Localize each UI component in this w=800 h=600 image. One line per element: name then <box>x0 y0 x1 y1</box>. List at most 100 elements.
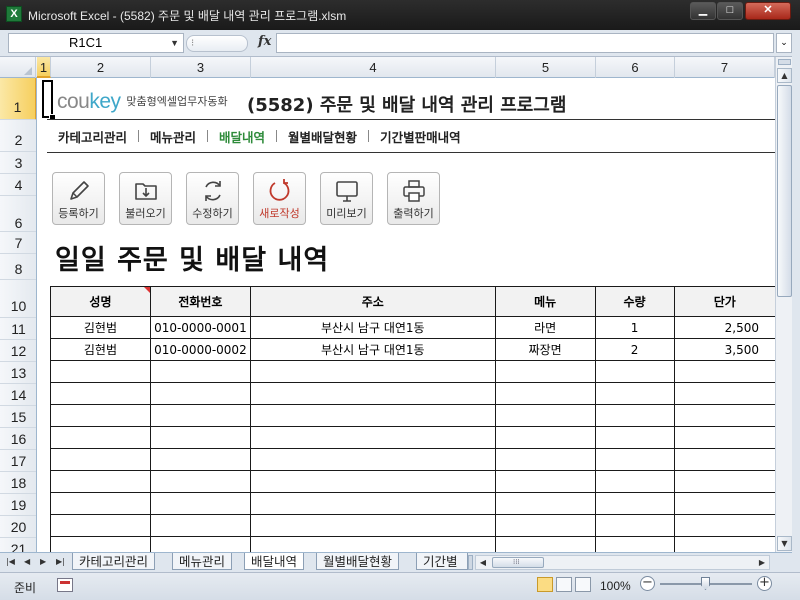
cell-address[interactable] <box>249 470 496 493</box>
cell-menu[interactable] <box>494 470 596 493</box>
row-header-3[interactable]: 3 <box>0 152 36 174</box>
column-header-4[interactable]: 4 <box>251 57 496 78</box>
column-header-1[interactable]: 1 <box>37 57 51 78</box>
column-header-2[interactable]: 2 <box>51 57 151 78</box>
cell-address[interactable]: 부산시 남구 대연1동 <box>249 316 496 339</box>
cell-name[interactable] <box>50 448 151 471</box>
cell-address[interactable] <box>249 404 496 427</box>
insert-function-icon[interactable]: fx <box>258 34 271 49</box>
row-header-11[interactable]: 11 <box>0 318 36 340</box>
cell-quantity[interactable] <box>594 514 675 537</box>
row-header-16[interactable]: 16 <box>0 428 36 450</box>
sheet-tab-category[interactable]: 카테고리관리 <box>72 553 156 570</box>
preview-button[interactable]: 미리보기 <box>320 172 373 225</box>
horizontal-scrollbar[interactable]: ◀ ⁞⁞⁞ ▶ <box>475 555 770 570</box>
cell-address[interactable] <box>249 536 496 552</box>
cell-quantity[interactable] <box>594 448 675 471</box>
cell-menu[interactable] <box>494 536 596 552</box>
formula-input[interactable] <box>276 33 774 53</box>
register-button[interactable]: 등록하기 <box>52 172 105 225</box>
cell-name[interactable] <box>50 492 151 515</box>
row-header-10[interactable]: 10 <box>0 280 36 318</box>
cell-name[interactable] <box>50 404 151 427</box>
edit-button[interactable]: 수정하기 <box>186 172 239 225</box>
cell-phone[interactable] <box>149 514 251 537</box>
row-header-21[interactable]: 21 <box>0 538 36 552</box>
split-box[interactable] <box>778 59 791 65</box>
cell-menu[interactable] <box>494 448 596 471</box>
scroll-up-icon[interactable]: ▲ <box>777 68 792 83</box>
header-name[interactable]: 성명 <box>50 286 151 317</box>
cell-unit-price[interactable] <box>673 360 775 383</box>
zoom-level[interactable]: 100% <box>600 579 631 593</box>
cell-unit-price[interactable] <box>673 492 775 515</box>
normal-view-icon[interactable] <box>537 577 553 592</box>
maximize-button[interactable]: □ <box>717 2 743 20</box>
cell-quantity[interactable] <box>594 382 675 405</box>
vertical-scroll-thumb[interactable] <box>777 85 792 297</box>
next-sheet-icon[interactable]: ▶ <box>40 557 46 566</box>
macro-record-icon[interactable] <box>57 578 73 592</box>
nav-menu[interactable]: 메뉴관리 <box>139 127 207 146</box>
new-entry-button[interactable]: 새로작성 <box>253 172 306 225</box>
cell-name[interactable] <box>50 514 151 537</box>
cell-address[interactable] <box>249 426 496 449</box>
nav-period-sales[interactable]: 기간별판매내역 <box>369 127 472 146</box>
cell-address[interactable]: 부산시 남구 대연1동 <box>249 338 496 361</box>
nav-category[interactable]: 카테고리관리 <box>47 127 138 146</box>
cell-address[interactable] <box>249 360 496 383</box>
page-layout-view-icon[interactable] <box>556 577 572 592</box>
row-header-20[interactable]: 20 <box>0 516 36 538</box>
zoom-out-icon[interactable]: − <box>640 576 655 591</box>
sheet-tab-menu[interactable]: 메뉴관리 <box>172 553 233 570</box>
cell-quantity[interactable] <box>594 404 675 427</box>
cell-unit-price[interactable] <box>673 404 775 427</box>
cell-unit-price[interactable] <box>673 536 775 552</box>
column-header-3[interactable]: 3 <box>151 57 251 78</box>
formula-bar-splitter[interactable]: ⁝ <box>186 35 248 52</box>
cell-menu[interactable] <box>494 382 596 405</box>
cell-phone[interactable] <box>149 426 251 449</box>
row-header-4[interactable]: 4 <box>0 174 36 196</box>
close-button[interactable]: ✕ <box>745 2 791 20</box>
cell-unit-price[interactable] <box>673 470 775 493</box>
cell-menu[interactable] <box>494 426 596 449</box>
load-button[interactable]: 불러오기 <box>119 172 172 225</box>
nav-delivery[interactable]: 배달내역 <box>208 127 276 146</box>
cell-quantity[interactable] <box>594 536 675 552</box>
cell-quantity[interactable] <box>594 492 675 515</box>
cell-address[interactable] <box>249 448 496 471</box>
cell-menu[interactable] <box>494 404 596 427</box>
cell-menu[interactable] <box>494 492 596 515</box>
row-header-17[interactable]: 17 <box>0 450 36 472</box>
select-all-button[interactable] <box>0 57 36 78</box>
cell-menu[interactable]: 짜장면 <box>494 338 596 361</box>
header-unit-price[interactable]: 단가 <box>673 286 775 317</box>
cell-name[interactable] <box>50 382 151 405</box>
header-quantity[interactable]: 수량 <box>594 286 675 317</box>
row-header-6[interactable]: 6 <box>0 196 36 232</box>
cell-quantity[interactable] <box>594 426 675 449</box>
zoom-slider-thumb[interactable] <box>701 577 710 590</box>
zoom-in-icon[interactable]: + <box>757 576 772 591</box>
cell-name[interactable] <box>50 426 151 449</box>
cell-phone[interactable] <box>149 470 251 493</box>
cell-unit-price[interactable]: 2,500 <box>673 316 775 339</box>
cell-phone[interactable]: 010-0000-0002 <box>149 338 251 361</box>
tab-split-handle[interactable] <box>468 555 473 570</box>
first-sheet-icon[interactable]: |◀ <box>6 557 15 566</box>
cell-unit-price[interactable] <box>673 514 775 537</box>
cell-unit-price[interactable]: 3,500 <box>673 338 775 361</box>
cell-address[interactable] <box>249 514 496 537</box>
row-header-15[interactable]: 15 <box>0 406 36 428</box>
last-sheet-icon[interactable]: ▶| <box>56 557 65 566</box>
row-header-12[interactable]: 12 <box>0 340 36 362</box>
cell-menu[interactable]: 라면 <box>494 316 596 339</box>
page-break-view-icon[interactable] <box>575 577 591 592</box>
cell-phone[interactable] <box>149 360 251 383</box>
expand-formula-bar-button[interactable]: ⌄ <box>776 33 792 53</box>
active-cell[interactable] <box>42 80 56 121</box>
cell-menu[interactable] <box>494 514 596 537</box>
cell-quantity[interactable]: 1 <box>594 316 675 339</box>
cell-menu[interactable] <box>494 360 596 383</box>
